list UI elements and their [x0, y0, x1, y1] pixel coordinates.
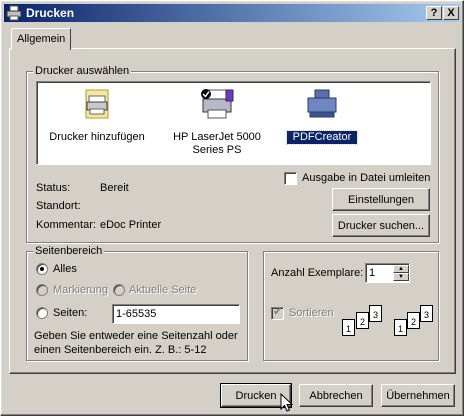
title-bar[interactable]: Drucken ? X [4, 4, 460, 22]
cancel-button[interactable]: Abbrechen [299, 384, 373, 407]
radio-selection-label[interactable]: Markierung [53, 284, 108, 296]
print-dialog: Drucken ? X Allgemein Drucker auswählen … [0, 0, 464, 416]
print-to-file-label[interactable]: Ausgabe in Datei umleiten [302, 172, 430, 184]
comment-label: Kommentar: [36, 219, 96, 231]
page-icon: 3 [420, 305, 433, 322]
page-icon: 1 [342, 319, 355, 336]
find-printer-button[interactable]: Drucker suchen... [332, 214, 430, 237]
help-button[interactable]: ? [426, 6, 442, 20]
printer-icon [307, 89, 337, 118]
radio-current-page-label[interactable]: Aktuelle Seite [129, 284, 196, 296]
page-icon: 2 [407, 312, 420, 329]
radio-pages[interactable] [36, 307, 48, 319]
page-number: 1 [346, 324, 352, 334]
check-mark-icon: ✔ [273, 306, 283, 318]
printer-label: HP LaserJet 5000 Series PS [162, 131, 272, 157]
location-label: Standort: [36, 200, 81, 212]
radio-pages-label[interactable]: Seiten: [53, 307, 87, 319]
printer-list[interactable]: Drucker hinzufügen HP LaserJet 5000 Seri… [36, 81, 431, 165]
page-icon: 3 [369, 305, 382, 322]
copies-spin-down[interactable]: ▼ [393, 273, 409, 281]
add-printer-icon [85, 89, 109, 119]
apply-button[interactable]: Übernehmen [381, 384, 455, 407]
printer-label: Drucker hinzufügen [49, 131, 145, 143]
copies-spin-up[interactable]: ▲ [393, 265, 409, 273]
page-range-hint: Geben Sie entweder eine Seitenzahl oder … [34, 330, 238, 356]
default-printer-icon [201, 89, 234, 119]
status-value: Bereit [100, 182, 129, 194]
tab-general[interactable]: Allgemein [11, 28, 71, 50]
tab-general-label: Allgemein [17, 33, 66, 45]
printer-select-legend: Drucker auswählen [33, 65, 132, 77]
print-to-file-checkbox[interactable] [284, 172, 297, 185]
page-number: 3 [373, 310, 379, 320]
printer-label: PDFCreator [286, 130, 358, 145]
close-button[interactable]: X [443, 6, 459, 20]
radio-all[interactable] [36, 263, 48, 275]
page-range-legend: Seitenbereich [33, 245, 105, 257]
mouse-cursor-icon [280, 393, 294, 412]
page-number: 3 [424, 310, 430, 320]
preferences-button[interactable]: Einstellungen [332, 188, 430, 211]
collate-checkbox[interactable]: ✔ [271, 306, 284, 320]
printer-icon [6, 5, 22, 21]
page-icon: 2 [356, 312, 369, 329]
radio-all-label[interactable]: Alles [53, 263, 77, 275]
printer-label-line: HP LaserJet 5000 [173, 131, 261, 143]
printer-item-hp[interactable]: HP LaserJet 5000 Series PS [162, 88, 272, 157]
pages-input[interactable]: 1-65535 [112, 304, 240, 324]
window-title: Drucken [26, 6, 75, 20]
page-icon: 1 [394, 319, 407, 336]
page-number: 2 [360, 317, 366, 327]
collate-label: Sortieren [289, 307, 334, 319]
printer-item-pdfcreator[interactable]: PDFCreator [286, 88, 358, 145]
radio-selection[interactable] [36, 284, 48, 296]
status-label: Status: [36, 182, 71, 194]
radio-current-page[interactable] [113, 284, 125, 296]
copies-label: Anzahl Exemplare: [271, 267, 364, 279]
radio-selected-dot [40, 267, 44, 271]
comment-value: eDoc Printer [100, 219, 162, 231]
printer-item-add[interactable]: Drucker hinzufügen [45, 88, 149, 144]
page-number: 2 [411, 317, 417, 327]
page-number: 1 [398, 324, 404, 334]
printer-label-line: Series PS [192, 144, 242, 156]
